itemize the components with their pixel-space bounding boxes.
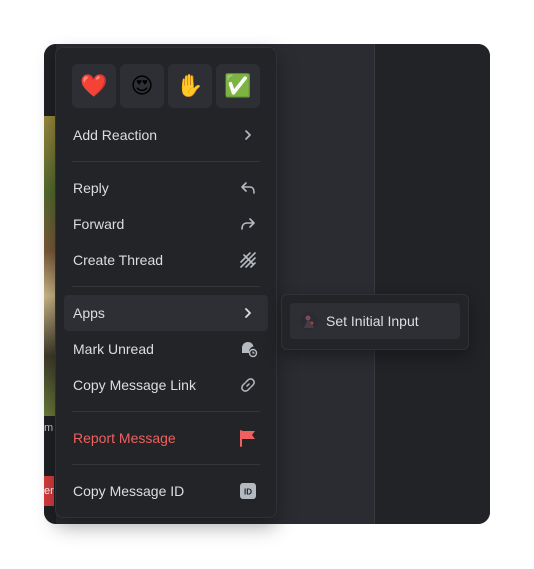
menu-item-label: Apps: [73, 305, 105, 321]
menu-separator: [72, 286, 260, 287]
menu-item-copy-message-id[interactable]: Copy Message ID ID: [64, 473, 268, 509]
menu-item-label: Report Message: [73, 430, 176, 446]
reaction-check-mark-button[interactable]: ✅: [216, 64, 260, 108]
flag-icon: [238, 428, 258, 448]
menu-item-report-message[interactable]: Report Message: [64, 420, 268, 456]
mark-unread-icon: [238, 339, 258, 359]
reaction-heart-eyes-button[interactable]: 😍: [120, 64, 164, 108]
app-avatar-icon: [300, 312, 318, 330]
menu-separator: [72, 161, 260, 162]
chevron-right-icon: [238, 303, 258, 323]
menu-item-label: Create Thread: [73, 252, 164, 268]
apps-submenu: Set Initial Input: [281, 294, 469, 350]
menu-item-label: Add Reaction: [73, 127, 158, 143]
menu-item-label: Mark Unread: [73, 341, 154, 357]
reaction-heart-button[interactable]: ❤️: [72, 64, 116, 108]
menu-item-create-thread[interactable]: Create Thread: [64, 242, 268, 278]
reply-icon: [238, 178, 258, 198]
menu-item-reply[interactable]: Reply: [64, 170, 268, 206]
message-context-menu: ❤️ 😍 ✋ ✅ Add Reaction Reply Forward Crea…: [55, 47, 277, 518]
menu-separator: [72, 411, 260, 412]
svg-text:ID: ID: [244, 488, 252, 497]
menu-item-forward[interactable]: Forward: [64, 206, 268, 242]
id-icon: ID: [238, 481, 258, 501]
menu-item-mark-unread[interactable]: Mark Unread: [64, 331, 268, 367]
app-item-label: Set Initial Input: [326, 313, 419, 329]
chat-column: [276, 44, 360, 524]
quick-reactions-row: ❤️ 😍 ✋ ✅: [72, 64, 260, 108]
menu-item-add-reaction[interactable]: Add Reaction: [64, 117, 268, 153]
chevron-right-icon: [238, 125, 258, 145]
menu-separator: [72, 464, 260, 465]
menu-item-apps[interactable]: Apps: [64, 295, 268, 331]
menu-item-label: Copy Message Link: [73, 377, 196, 393]
thread-icon: [238, 250, 258, 270]
menu-item-label: Forward: [73, 216, 125, 232]
side-panel: [375, 44, 490, 524]
reaction-raised-hand-button[interactable]: ✋: [168, 64, 212, 108]
menu-item-label: Copy Message ID: [73, 483, 185, 499]
forward-icon: [238, 214, 258, 234]
red-button-fragment[interactable]: er: [44, 476, 54, 506]
app-item-set-initial-input[interactable]: Set Initial Input: [290, 303, 460, 339]
message-caption-fragment: m: [44, 422, 54, 434]
menu-item-label: Reply: [73, 180, 109, 196]
menu-item-copy-message-link[interactable]: Copy Message Link: [64, 367, 268, 403]
link-icon: [238, 375, 258, 395]
